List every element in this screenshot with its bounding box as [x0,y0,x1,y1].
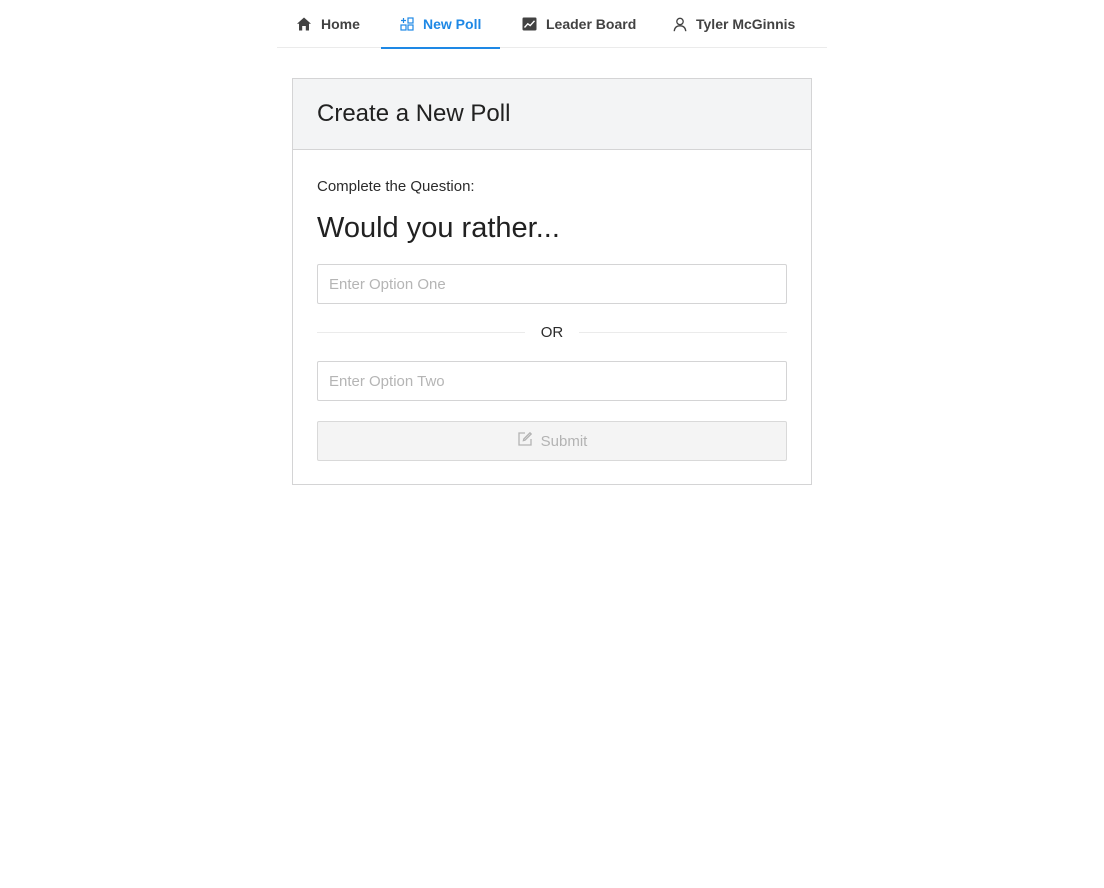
nav-item-label: Home [321,16,360,32]
divider-line-left [317,331,525,333]
user-icon [673,17,687,32]
grid-add-icon [400,17,414,31]
nav-item-home[interactable]: Home [296,0,360,48]
nav-item-leader-board[interactable]: Leader Board [522,0,636,48]
question-prompt: Complete the Question: [317,178,475,195]
top-nav: Home New Poll Leader Board Tyler McGinni… [277,0,827,49]
nav-item-new-poll[interactable]: New Poll [381,0,501,49]
option-one-input[interactable] [317,264,787,304]
or-label: OR [540,323,564,341]
edit-icon [517,431,533,451]
or-divider: OR [317,322,787,342]
submit-label: Submit [540,432,588,450]
nav-item-user[interactable]: Tyler McGinnis [673,0,795,48]
card-header: Create a New Poll [293,79,811,150]
new-poll-card: Create a New Poll Complete the Question:… [292,78,812,485]
home-icon [296,16,312,32]
page-title: Create a New Poll [317,100,511,127]
nav-item-label: New Poll [423,16,482,32]
nav-item-label: Tyler McGinnis [696,16,796,32]
option-two-input[interactable] [317,361,787,401]
question-headline: Would you rather... [317,212,560,244]
divider-line-right [579,331,787,333]
submit-button[interactable]: Submit [317,421,787,461]
chart-line-icon [522,17,537,31]
nav-item-label: Leader Board [546,16,637,32]
